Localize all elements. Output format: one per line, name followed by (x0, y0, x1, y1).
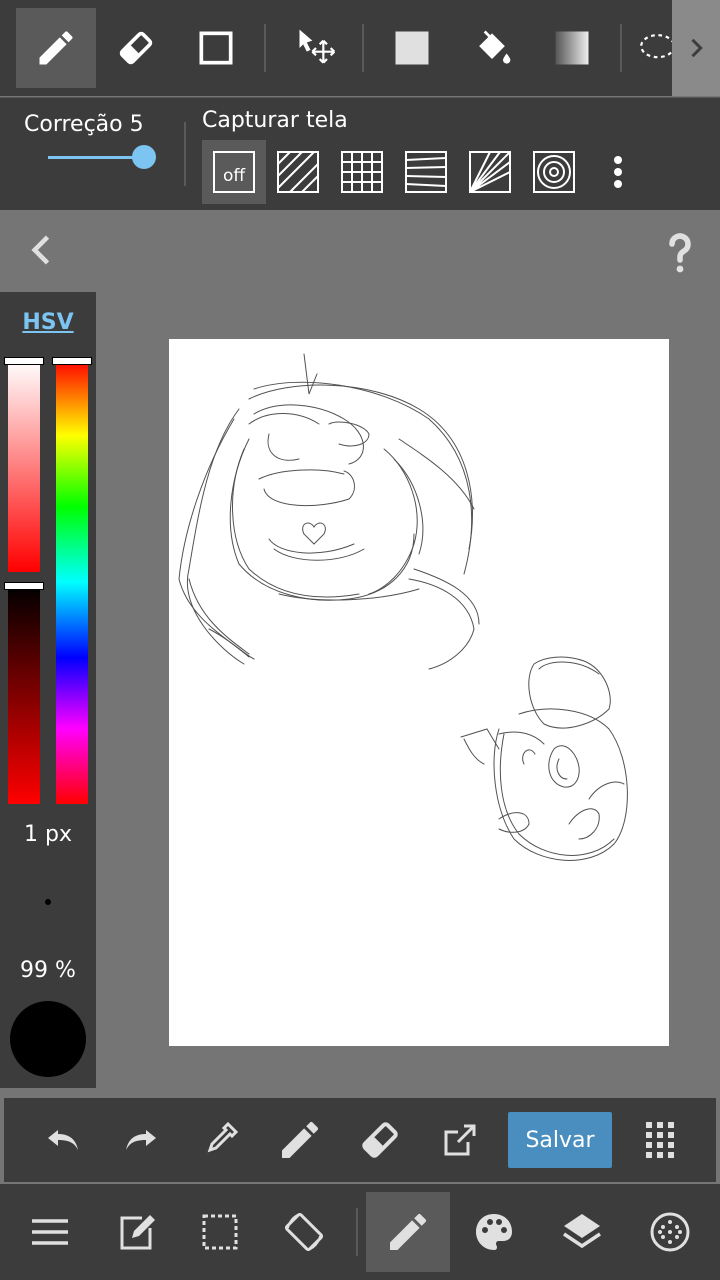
help-icon (669, 233, 691, 273)
menu-icon (32, 1219, 68, 1245)
material-icon (650, 1212, 690, 1252)
current-color-swatch[interactable] (10, 1001, 86, 1077)
saturation-slider[interactable] (8, 360, 40, 572)
eraser-icon (362, 1122, 398, 1158)
selection-button[interactable] (178, 1192, 262, 1272)
grid-snap-icon (341, 151, 383, 193)
snap-off-text: off (223, 166, 246, 186)
toolbar-divider (264, 24, 266, 72)
pen-icon (390, 1213, 426, 1250)
toolbar-divider (362, 24, 364, 72)
brush-panel-button[interactable] (366, 1192, 450, 1272)
lasso-icon (640, 34, 676, 59)
move-icon (299, 29, 336, 64)
eyedropper-button[interactable] (196, 1116, 244, 1164)
gradient-tool-button[interactable] (532, 8, 612, 88)
fill-shape-icon (395, 31, 429, 65)
brush-size-label[interactable]: 1 px (0, 822, 96, 847)
top-toolbar (0, 0, 720, 96)
quick-pen-button[interactable] (276, 1116, 324, 1164)
quick-eraser-button[interactable] (356, 1116, 404, 1164)
bucket-icon (479, 30, 511, 64)
value-handle[interactable] (4, 582, 44, 590)
snap-more-button[interactable] (586, 140, 650, 204)
bottom-navigation (0, 1184, 720, 1280)
pen-icon (282, 1121, 318, 1158)
eraser-icon (119, 31, 153, 65)
value-slider[interactable] (8, 586, 40, 804)
snap-off-button[interactable]: off (202, 140, 266, 204)
fill-shape-tool-button[interactable] (372, 8, 452, 88)
pen-icon (39, 31, 73, 65)
snap-grid-button[interactable] (330, 140, 394, 204)
options-divider (184, 122, 186, 186)
export-button[interactable] (436, 1116, 484, 1164)
saturation-handle[interactable] (4, 357, 44, 365)
palette-button[interactable] (452, 1192, 536, 1272)
edit-icon (120, 1215, 155, 1250)
snap-label: Capturar tela (202, 108, 348, 133)
bucket-tool-button[interactable] (452, 8, 532, 88)
redo-button[interactable] (116, 1116, 164, 1164)
eyedropper-icon (207, 1121, 239, 1153)
opacity-label[interactable]: 99 % (0, 958, 96, 983)
correction-slider-track[interactable] (48, 156, 144, 159)
parallel-snap-icon (277, 151, 319, 193)
correction-label: Correção 5 (24, 112, 144, 137)
chevron-left-icon (31, 235, 50, 265)
perspective-snap-icon (405, 151, 447, 193)
eraser-tool-button[interactable] (96, 8, 176, 88)
layers-button[interactable] (540, 1192, 624, 1272)
brush-size-preview (45, 899, 51, 905)
snap-parallel-button[interactable] (266, 140, 330, 204)
undo-button[interactable] (40, 1116, 88, 1164)
nav-divider (356, 1208, 358, 1256)
color-panel: HSV 1 px 99 % (0, 292, 96, 1088)
more-vert-icon (614, 156, 622, 188)
pen-tool-button[interactable] (16, 8, 96, 88)
help-button[interactable] (656, 228, 704, 276)
rectangle-tool-button[interactable] (176, 8, 256, 88)
snap-off-icon: off (213, 151, 255, 193)
color-mode-toggle[interactable]: HSV (0, 310, 96, 335)
palette-icon (476, 1214, 512, 1250)
toolbar-scroll-right-button[interactable] (672, 0, 720, 96)
lasso-tool-button[interactable] (630, 8, 678, 88)
toolbar-divider (620, 24, 622, 72)
gradient-icon (555, 31, 589, 65)
export-icon (444, 1124, 476, 1156)
material-button[interactable] (628, 1192, 712, 1272)
more-menu-button[interactable] (636, 1116, 684, 1164)
sketch-drawing (178, 353, 628, 861)
correction-slider-knob[interactable] (132, 145, 156, 169)
snap-radial-button[interactable] (458, 140, 522, 204)
back-button[interactable] (20, 228, 64, 272)
move-tool-button[interactable] (276, 8, 356, 88)
rectangle-icon (199, 31, 233, 65)
grid-dots-icon (646, 1122, 674, 1158)
main-menu-button[interactable] (8, 1192, 92, 1272)
hue-handle[interactable] (52, 357, 92, 365)
rotate-icon (284, 1212, 324, 1252)
brush-options-bar: Correção 5 Capturar tela off (0, 97, 720, 210)
drawing-canvas[interactable] (169, 339, 669, 1046)
undo-icon (48, 1130, 78, 1150)
save-button[interactable]: Salvar (508, 1112, 612, 1168)
snap-concentric-button[interactable] (522, 140, 586, 204)
action-bar: Salvar (4, 1098, 716, 1182)
radial-snap-icon (469, 151, 511, 193)
concentric-snap-icon (533, 151, 575, 193)
redo-icon (126, 1130, 156, 1150)
selection-icon (202, 1214, 238, 1250)
edit-button[interactable] (94, 1192, 178, 1272)
hue-slider[interactable] (56, 360, 88, 804)
snap-perspective-button[interactable] (394, 140, 458, 204)
chevron-right-icon (691, 38, 703, 58)
layers-icon (563, 1214, 601, 1249)
rotate-view-button[interactable] (262, 1192, 346, 1272)
